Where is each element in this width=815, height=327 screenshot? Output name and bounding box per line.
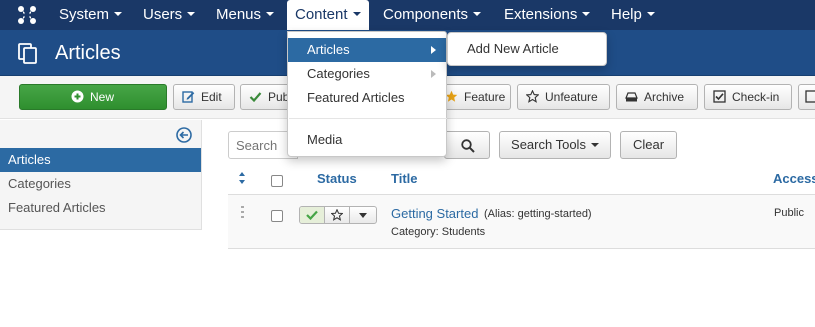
top-navbar: System Users Menus Content Components Ex…: [0, 0, 815, 32]
caret-down-icon: [582, 12, 591, 17]
chevron-right-icon: [431, 70, 436, 78]
article-access-level: Public: [774, 207, 804, 219]
article-title-link[interactable]: Getting Started: [391, 206, 478, 221]
nav-menus[interactable]: Menus: [208, 0, 282, 30]
caret-down-icon: [352, 12, 361, 17]
caret-down-icon: [473, 12, 482, 17]
sidebar-item-articles[interactable]: Articles: [0, 148, 201, 172]
new-button[interactable]: New: [19, 84, 167, 110]
caret-down-icon: [359, 213, 367, 218]
check-icon: [249, 92, 262, 103]
sidebar-item-featured-articles[interactable]: Featured Articles: [0, 196, 201, 220]
chevron-right-icon: [431, 46, 436, 54]
unfeature-button[interactable]: Unfeature: [517, 84, 610, 110]
search-tools-button[interactable]: Search Tools: [499, 131, 611, 159]
nav-users[interactable]: Users: [135, 0, 203, 30]
nav-components[interactable]: Components: [375, 0, 489, 30]
featured-toggle[interactable]: [325, 207, 350, 223]
row-checkbox[interactable]: [271, 210, 283, 222]
content-menu-dropdown: Articles Categories Featured Articles Me…: [287, 31, 447, 157]
sidebar: Articles Categories Featured Articles: [0, 120, 202, 230]
check-in-button[interactable]: Check-in: [704, 84, 792, 110]
nav-extensions[interactable]: Extensions: [496, 0, 598, 30]
overflow-button[interactable]: [798, 84, 815, 110]
caret-down-icon: [114, 12, 123, 17]
nav-system[interactable]: System: [51, 0, 130, 30]
caret-down-icon: [646, 12, 655, 17]
page-title: Articles: [55, 42, 121, 64]
search-icon: [461, 139, 475, 153]
plus-circle-icon: [71, 90, 84, 103]
caret-down-icon: [187, 12, 196, 17]
edit-icon: [182, 91, 195, 103]
menu-item-media[interactable]: Media: [288, 128, 446, 152]
caret-down-icon: [266, 12, 275, 17]
sort-icon[interactable]: [238, 171, 246, 185]
menu-item-add-new-article[interactable]: Add New Article: [467, 41, 559, 56]
clear-button[interactable]: Clear: [620, 131, 677, 159]
archive-icon: [625, 92, 638, 102]
status-button-group: [299, 206, 377, 224]
caret-down-icon: [590, 142, 599, 147]
check-icon: [306, 210, 318, 220]
stack-icon: [18, 43, 37, 64]
sidebar-item-categories[interactable]: Categories: [0, 172, 201, 196]
star-outline-icon: [526, 90, 539, 103]
star-outline-icon: [331, 209, 343, 221]
row-actions-dropdown[interactable]: [350, 207, 376, 223]
nav-content[interactable]: Content: [287, 0, 369, 32]
menu-item-categories[interactable]: Categories: [288, 62, 446, 86]
column-header-access[interactable]: Access: [773, 170, 815, 190]
articles-submenu: Add New Article: [447, 32, 607, 66]
published-toggle[interactable]: [300, 207, 325, 223]
article-category: Category: Students: [391, 226, 486, 238]
menu-item-featured-articles[interactable]: Featured Articles: [288, 86, 446, 110]
overflow-icon: [805, 90, 815, 103]
menu-divider: [289, 118, 447, 119]
archive-button[interactable]: Archive: [616, 84, 698, 110]
column-header-title[interactable]: Title: [391, 170, 418, 190]
publish-button[interactable]: Publish: [240, 84, 290, 110]
drag-handle-icon[interactable]: [241, 206, 244, 218]
article-alias: (Alias: getting-started): [484, 208, 592, 220]
select-all-checkbox[interactable]: [271, 175, 283, 187]
search-button[interactable]: [444, 131, 490, 159]
arrow-left-circle-icon[interactable]: [176, 127, 192, 143]
checkbox-icon: [713, 90, 726, 103]
column-header-status[interactable]: Status: [317, 170, 357, 190]
joomla-logo-icon[interactable]: [17, 5, 37, 25]
menu-item-articles[interactable]: Articles: [288, 38, 446, 62]
nav-help[interactable]: Help: [603, 0, 663, 30]
edit-button[interactable]: Edit: [173, 84, 235, 110]
